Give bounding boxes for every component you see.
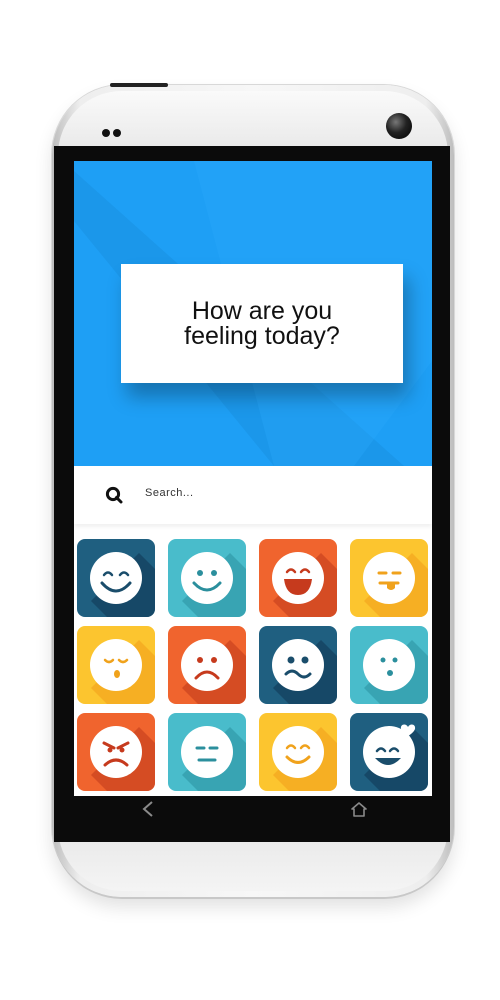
search-bar[interactable]: Search... bbox=[74, 466, 432, 524]
mood-sad[interactable] bbox=[168, 626, 246, 704]
tongue-out-face-icon bbox=[350, 539, 428, 617]
in-love-face-icon bbox=[350, 713, 428, 791]
laughing-face-icon bbox=[259, 539, 337, 617]
mood-angry[interactable] bbox=[77, 713, 155, 791]
smile-face-icon bbox=[259, 713, 337, 791]
mood-laughing[interactable] bbox=[259, 539, 337, 617]
prompt-line-1: How are you bbox=[191, 296, 333, 325]
mood-smile[interactable] bbox=[259, 713, 337, 791]
prompt-line-2: feeling today? bbox=[184, 321, 340, 350]
app-screen: How are you feeling today? Search... bbox=[74, 161, 432, 796]
mood-worried[interactable] bbox=[259, 626, 337, 704]
speaker-icon bbox=[102, 124, 124, 142]
happy-face-icon bbox=[168, 539, 246, 617]
sleepy-face-icon bbox=[77, 626, 155, 704]
search-icon[interactable] bbox=[105, 486, 123, 504]
mood-neutral[interactable] bbox=[168, 713, 246, 791]
mood-happy[interactable] bbox=[168, 539, 246, 617]
hero-banner: How are you feeling today? bbox=[74, 161, 432, 466]
angry-face-icon bbox=[77, 713, 155, 791]
home-icon[interactable] bbox=[351, 801, 367, 817]
prompt-text: How are you feeling today? bbox=[184, 296, 340, 350]
sad-face-icon bbox=[168, 626, 246, 704]
mood-tongue-out[interactable] bbox=[350, 539, 428, 617]
back-arrow-icon[interactable] bbox=[140, 800, 156, 818]
camera-icon bbox=[386, 113, 412, 139]
wink-smile-face-icon bbox=[77, 539, 155, 617]
worried-face-icon bbox=[259, 626, 337, 704]
mood-in-love[interactable] bbox=[350, 713, 428, 791]
mood-sleepy[interactable] bbox=[77, 626, 155, 704]
mood-wink-smile[interactable] bbox=[77, 539, 155, 617]
mood-surprised[interactable] bbox=[350, 626, 428, 704]
search-input[interactable]: Search... bbox=[145, 487, 194, 499]
surprised-face-icon bbox=[350, 626, 428, 704]
prompt-card: How are you feeling today? bbox=[121, 264, 403, 383]
neutral-face-icon bbox=[168, 713, 246, 791]
power-button bbox=[110, 83, 168, 87]
